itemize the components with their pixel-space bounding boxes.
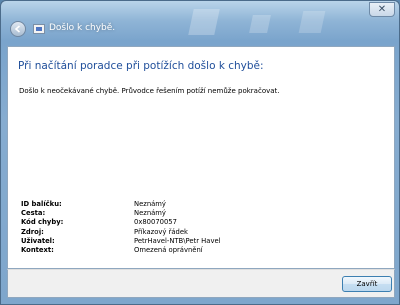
detail-row: ID balíčku: Neznámý [21,200,221,209]
title-bar: ✕ Došlo k chybě. [1,1,399,47]
detail-value: PetrHavel-NTB\Petr Havel [134,236,221,245]
detail-row: Kód chyby: 0x80070057 [21,218,221,227]
detail-label: ID balíčku: [21,200,62,208]
detail-label: Cesta: [21,209,46,218]
detail-row: Uživatel: PetrHavel-NTB\Petr Havel [21,237,221,246]
page-heading: Při načítání poradce při potížích došlo … [18,60,264,72]
detail-label: Kontext: [21,245,54,254]
detail-value: Příkazový řádek [134,227,188,236]
close-icon: ✕ [377,4,387,15]
window-title: Došlo k chybě. [49,23,116,33]
detail-label: Kód chyby: [21,218,64,227]
dialog-window: ✕ Došlo k chybě. Při načítání poradce př… [0,0,400,305]
troubleshooter-icon [33,24,45,34]
back-arrow-icon [14,25,21,33]
detail-row: Kontext: Omezená oprávnění [21,246,221,255]
error-details: ID balíčku: Neznámý Cesta: Neznámý Kód c… [21,200,221,255]
detail-row: Zdroj: Příkazový řádek [21,228,221,237]
error-message: Došlo k neočekávané chybě. Průvodce řeše… [19,87,280,95]
detail-label: Zdroj: [21,227,44,236]
detail-value: Neznámý [134,209,166,218]
detail-value: Neznámý [134,200,166,208]
close-window-button[interactable]: ✕ [369,2,395,17]
button-bar: Zavřít [7,269,395,298]
back-button[interactable] [10,21,26,37]
close-button[interactable]: Zavřít [342,276,392,292]
detail-label: Uživatel: [21,236,55,245]
detail-row: Cesta: Neznámý [21,209,221,218]
content-pane: Při načítání poradce při potížích došlo … [7,46,395,269]
detail-value: 0x80070057 [134,218,177,227]
detail-value: Omezená oprávnění [134,245,203,254]
